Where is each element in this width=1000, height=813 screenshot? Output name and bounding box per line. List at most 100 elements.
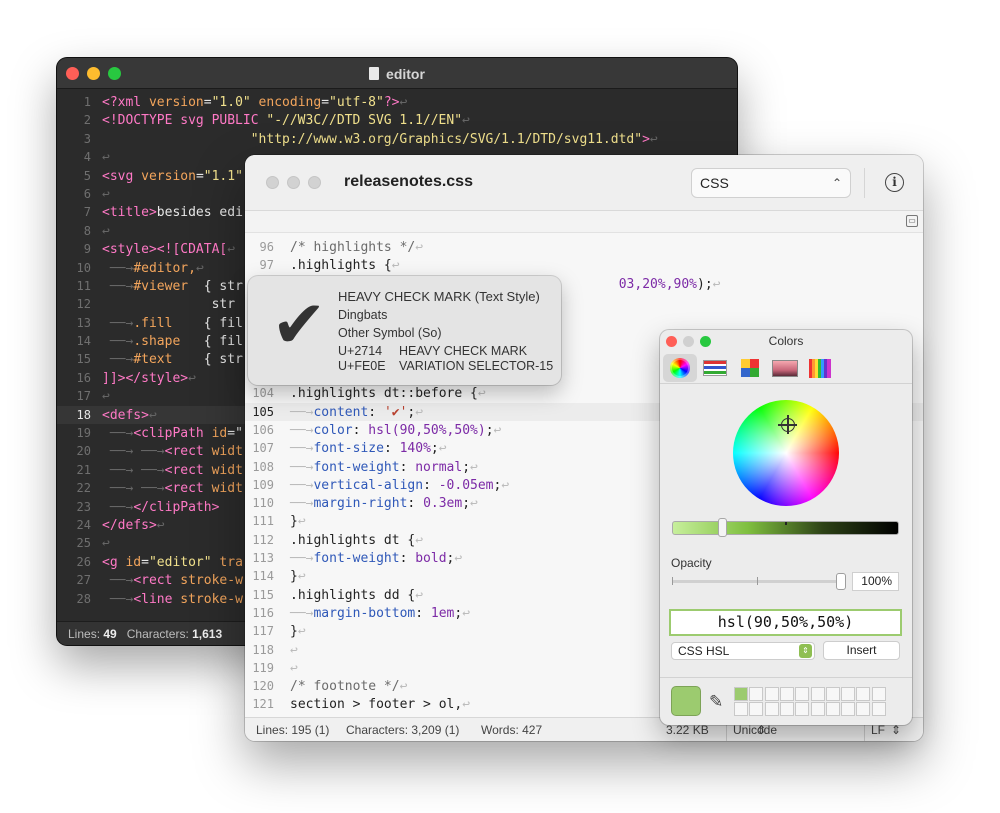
opacity-knob[interactable] xyxy=(836,573,846,590)
line-number: 12 xyxy=(76,297,91,312)
code-token: tra xyxy=(211,554,243,570)
code-token: #viewer xyxy=(133,278,189,294)
insert-button[interactable]: Insert xyxy=(823,641,900,660)
code-token: vertical-align xyxy=(313,477,424,493)
color-swatch[interactable] xyxy=(810,687,825,701)
color-swatch[interactable] xyxy=(871,687,886,701)
line-number: 3 xyxy=(83,131,91,146)
split-editor-icon[interactable]: ▭ xyxy=(906,215,918,227)
color-swatch[interactable] xyxy=(825,702,840,716)
code-token: ↩ xyxy=(415,404,424,420)
code-token: str xyxy=(102,297,236,313)
code-token: encoding xyxy=(250,95,322,110)
code-token: <?xml xyxy=(102,95,149,110)
color-wheel[interactable] xyxy=(733,400,839,506)
line-number: 97 xyxy=(259,258,274,273)
pencils-mode-button[interactable] xyxy=(803,354,837,382)
color-swatch[interactable] xyxy=(734,687,748,701)
color-format-popup[interactable]: CSS HSL ⇕ xyxy=(671,642,815,660)
slider-tick xyxy=(757,577,758,585)
code-line: 96 /* highlights */↩ xyxy=(245,238,923,256)
zoom-button[interactable] xyxy=(308,176,321,189)
brightness-knob[interactable] xyxy=(718,518,727,537)
code-token: ↩ xyxy=(415,587,424,603)
code-token: .highlights dd { xyxy=(290,587,416,603)
color-sliders-mode-button[interactable] xyxy=(698,354,732,382)
color-swatch[interactable] xyxy=(779,687,794,701)
code-token: ↩ xyxy=(102,186,110,202)
code-token: /* footnote */ xyxy=(290,679,400,695)
code-token: ──→ xyxy=(102,573,134,589)
line-number: 96 xyxy=(259,240,274,254)
color-swatch[interactable] xyxy=(871,702,886,716)
color-swatch[interactable] xyxy=(749,702,764,716)
slider-tick xyxy=(785,522,787,525)
toolbar: releasenotes.css CSS ⌃ i xyxy=(245,155,923,211)
code-token: ──→ xyxy=(102,591,134,607)
color-swatch[interactable] xyxy=(795,702,810,716)
color-swatch[interactable] xyxy=(764,702,779,716)
opacity-value-field[interactable]: 100% xyxy=(852,572,899,591)
line-number: 105 xyxy=(252,404,274,419)
minimize-button-disabled xyxy=(683,336,694,347)
image-palettes-mode-button[interactable] xyxy=(768,354,802,382)
syntax-label: CSS xyxy=(700,175,729,191)
color-swatch[interactable] xyxy=(841,687,856,701)
code-token: ↩ xyxy=(438,441,447,457)
minimize-button[interactable] xyxy=(287,176,300,189)
close-button[interactable] xyxy=(666,336,677,347)
color-swatch[interactable] xyxy=(841,702,856,716)
code-token: ]]></style> xyxy=(102,370,189,386)
color-swatch[interactable] xyxy=(856,702,871,716)
crosshair-icon[interactable] xyxy=(778,415,797,434)
code-token: > xyxy=(642,131,650,147)
code-token: <style><![CDATA[ xyxy=(102,242,228,258)
divider xyxy=(660,677,912,678)
code-token: version xyxy=(148,95,204,110)
code-token: widt xyxy=(211,444,243,460)
color-swatch[interactable] xyxy=(856,687,871,701)
code-token: ↩ xyxy=(501,477,510,493)
code-token: ↩ xyxy=(712,276,721,292)
panel-title-bar: Colors xyxy=(660,330,912,352)
color-palettes-mode-button[interactable] xyxy=(733,354,767,382)
code-point-2: U+FE0E xyxy=(338,359,386,373)
code-token: <rect xyxy=(164,462,212,478)
document-title: releasenotes.css xyxy=(344,173,473,190)
lines-count: Lines: 195 (1) xyxy=(256,723,330,737)
color-swatch[interactable] xyxy=(795,687,810,701)
color-swatch[interactable] xyxy=(825,687,840,701)
syntax-style-popup[interactable]: CSS ⌃ xyxy=(691,168,851,198)
code-token: ↩ xyxy=(462,697,471,713)
color-wheel-mode-button[interactable] xyxy=(663,354,697,382)
line-number: 106 xyxy=(252,422,274,437)
code-line: 3 "http://www.w3.org/Graphics/SVG/1.1/DT… xyxy=(57,130,737,148)
code-token: ↩ xyxy=(102,536,110,552)
color-swatch[interactable] xyxy=(734,702,748,716)
color-code-field[interactable]: hsl(90,50%,50%) xyxy=(669,609,902,636)
code-token: ──→ ──→ xyxy=(102,444,165,460)
code-token: : xyxy=(352,422,369,438)
code-token: = xyxy=(141,554,149,570)
current-color-well[interactable] xyxy=(671,686,701,716)
color-swatch[interactable] xyxy=(764,687,779,701)
code-token: { fil xyxy=(172,315,243,331)
eyedropper-icon[interactable]: ✎ xyxy=(709,692,723,712)
character-name: HEAVY CHECK MARK (Text Style) xyxy=(338,289,540,304)
color-swatch[interactable] xyxy=(779,702,794,716)
code-token: ──→ xyxy=(290,496,314,512)
code-line: 1 <?xml version="1.0" encoding="utf-8"?>↩ xyxy=(57,93,737,111)
line-number: 16 xyxy=(76,370,91,385)
code-token: ──→ xyxy=(290,459,314,475)
opacity-slider[interactable] xyxy=(672,580,840,583)
image-icon xyxy=(772,360,798,377)
color-swatch[interactable] xyxy=(810,702,825,716)
code-token: ↩ xyxy=(454,551,463,567)
color-swatch[interactable] xyxy=(749,687,764,701)
code-token: ; xyxy=(462,496,471,512)
code-token: version xyxy=(141,168,196,184)
info-icon[interactable]: i xyxy=(885,173,904,192)
code-token: <rect xyxy=(133,573,181,589)
close-button[interactable] xyxy=(266,176,279,189)
zoom-button[interactable] xyxy=(700,336,711,347)
